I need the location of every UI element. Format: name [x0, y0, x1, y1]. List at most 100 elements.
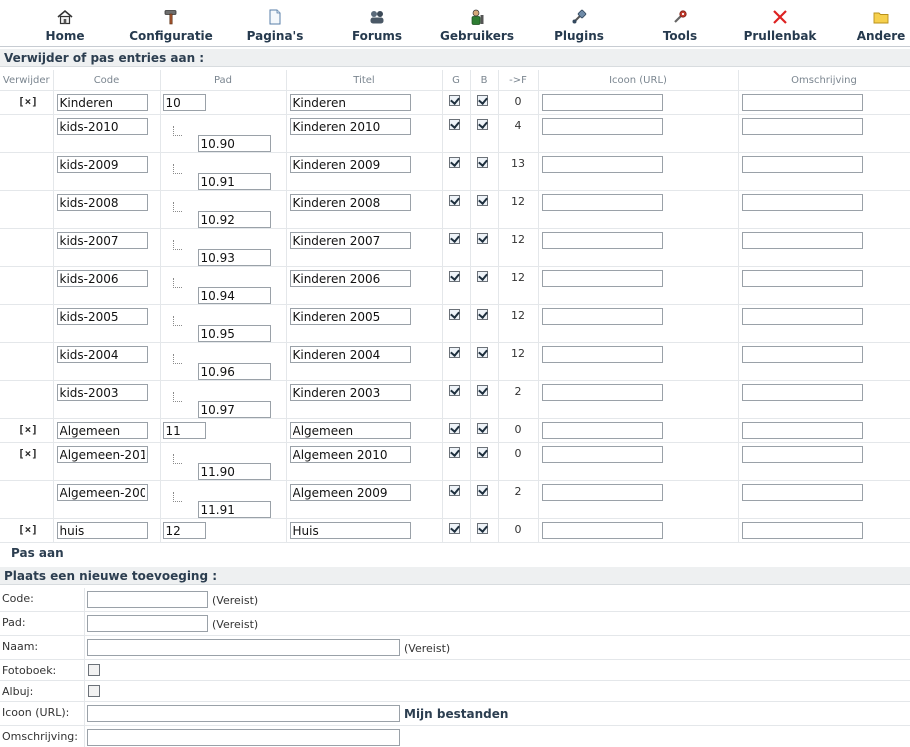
- entry-b-checkbox[interactable]: [476, 195, 488, 206]
- toolbar-tools[interactable]: Tools: [654, 0, 706, 46]
- entry-b-checkbox[interactable]: [476, 233, 488, 244]
- delete-entry-button[interactable]: [×]: [18, 523, 38, 536]
- entry-g-checkbox[interactable]: [448, 523, 460, 534]
- entry-icoon-input[interactable]: [541, 270, 663, 287]
- entry-omschrijving-input[interactable]: [741, 308, 863, 325]
- new-naam-input[interactable]: [87, 639, 400, 656]
- entry-icoon-input[interactable]: [541, 422, 663, 439]
- entry-pad-input[interactable]: [197, 463, 271, 480]
- entry-omschrijving-input[interactable]: [741, 384, 863, 401]
- entry-titel-input[interactable]: [289, 308, 411, 325]
- entry-code-input[interactable]: [56, 346, 148, 363]
- entry-pad-input[interactable]: [197, 363, 271, 380]
- entry-pad-input[interactable]: [197, 249, 271, 266]
- entry-g-checkbox[interactable]: [448, 119, 460, 130]
- entry-code-input[interactable]: [56, 484, 148, 501]
- delete-entry-button[interactable]: [×]: [18, 95, 38, 108]
- entry-titel-input[interactable]: [289, 194, 411, 211]
- entry-code-input[interactable]: [56, 446, 148, 463]
- entry-icoon-input[interactable]: [541, 194, 663, 211]
- entry-b-checkbox[interactable]: [476, 347, 488, 358]
- entry-g-checkbox[interactable]: [448, 95, 460, 106]
- entry-b-checkbox[interactable]: [476, 309, 488, 320]
- entry-b-checkbox[interactable]: [476, 385, 488, 396]
- new-pad-input[interactable]: [87, 615, 208, 632]
- entry-b-checkbox[interactable]: [476, 485, 488, 496]
- delete-entry-button[interactable]: [×]: [18, 447, 38, 460]
- entry-omschrijving-input[interactable]: [741, 522, 863, 539]
- entry-icoon-input[interactable]: [541, 118, 663, 135]
- entry-icoon-input[interactable]: [541, 522, 663, 539]
- entry-b-checkbox[interactable]: [476, 95, 488, 106]
- toolbar-gebruikers[interactable]: Gebruikers: [436, 0, 518, 46]
- entry-pad-input[interactable]: [197, 211, 271, 228]
- entry-omschrijving-input[interactable]: [741, 346, 863, 363]
- delete-entry-button[interactable]: [×]: [18, 423, 38, 436]
- entry-g-checkbox[interactable]: [448, 485, 460, 496]
- toolbar-forums[interactable]: Forums: [344, 0, 410, 46]
- entry-omschrijving-input[interactable]: [741, 422, 863, 439]
- entry-titel-input[interactable]: [289, 346, 411, 363]
- entry-pad-input[interactable]: [197, 287, 271, 304]
- entry-icoon-input[interactable]: [541, 232, 663, 249]
- entry-pad-input[interactable]: [162, 94, 206, 111]
- entry-icoon-input[interactable]: [541, 384, 663, 401]
- new-icoon-input[interactable]: [87, 705, 400, 722]
- entry-g-checkbox[interactable]: [448, 347, 460, 358]
- entry-icoon-input[interactable]: [541, 484, 663, 501]
- entry-g-checkbox[interactable]: [448, 271, 460, 282]
- entry-pad-input[interactable]: [197, 173, 271, 190]
- entry-code-input[interactable]: [56, 422, 148, 439]
- entry-titel-input[interactable]: [289, 156, 411, 173]
- entry-b-checkbox[interactable]: [476, 447, 488, 458]
- entry-g-checkbox[interactable]: [448, 195, 460, 206]
- entry-code-input[interactable]: [56, 308, 148, 325]
- entry-code-input[interactable]: [56, 94, 148, 111]
- toolbar-home[interactable]: Home: [32, 0, 98, 46]
- entry-code-input[interactable]: [56, 522, 148, 539]
- entry-titel-input[interactable]: [289, 232, 411, 249]
- entry-pad-input[interactable]: [197, 135, 271, 152]
- entry-titel-input[interactable]: [289, 422, 411, 439]
- entry-pad-input[interactable]: [162, 422, 206, 439]
- entry-icoon-input[interactable]: [541, 446, 663, 463]
- entry-code-input[interactable]: [56, 384, 148, 401]
- entry-code-input[interactable]: [56, 194, 148, 211]
- entry-omschrijving-input[interactable]: [741, 232, 863, 249]
- entry-omschrijving-input[interactable]: [741, 484, 863, 501]
- entry-titel-input[interactable]: [289, 522, 411, 539]
- entry-omschrijving-input[interactable]: [741, 94, 863, 111]
- entry-icoon-input[interactable]: [541, 308, 663, 325]
- entry-titel-input[interactable]: [289, 94, 411, 111]
- entry-g-checkbox[interactable]: [448, 385, 460, 396]
- entry-titel-input[interactable]: [289, 484, 411, 501]
- pas-aan-button[interactable]: Pas aan: [11, 546, 64, 560]
- entry-g-checkbox[interactable]: [448, 309, 460, 320]
- entry-b-checkbox[interactable]: [476, 119, 488, 130]
- mijn-bestanden-link[interactable]: Mijn bestanden: [404, 707, 508, 721]
- entry-g-checkbox[interactable]: [448, 157, 460, 168]
- entry-g-checkbox[interactable]: [448, 447, 460, 458]
- entry-icoon-input[interactable]: [541, 156, 663, 173]
- entry-pad-input[interactable]: [197, 401, 271, 418]
- entry-b-checkbox[interactable]: [476, 271, 488, 282]
- entry-omschrijving-input[interactable]: [741, 270, 863, 287]
- entry-code-input[interactable]: [56, 270, 148, 287]
- entry-omschrijving-input[interactable]: [741, 446, 863, 463]
- entry-icoon-input[interactable]: [541, 346, 663, 363]
- entry-titel-input[interactable]: [289, 384, 411, 401]
- toolbar-paginas[interactable]: Pagina's: [240, 0, 310, 46]
- albuj-checkbox[interactable]: [88, 685, 100, 697]
- entry-code-input[interactable]: [56, 118, 148, 135]
- entry-pad-input[interactable]: [197, 325, 271, 342]
- entry-pad-input[interactable]: [197, 501, 271, 518]
- fotoboek-checkbox[interactable]: [88, 664, 100, 676]
- entry-b-checkbox[interactable]: [476, 423, 488, 434]
- entry-omschrijving-input[interactable]: [741, 156, 863, 173]
- entry-titel-input[interactable]: [289, 118, 411, 135]
- new-code-input[interactable]: [87, 591, 208, 608]
- entry-omschrijving-input[interactable]: [741, 194, 863, 211]
- entry-pad-input[interactable]: [162, 522, 206, 539]
- toolbar-configuratie[interactable]: Configuratie: [128, 0, 214, 46]
- toolbar-plugins[interactable]: Plugins: [548, 0, 610, 46]
